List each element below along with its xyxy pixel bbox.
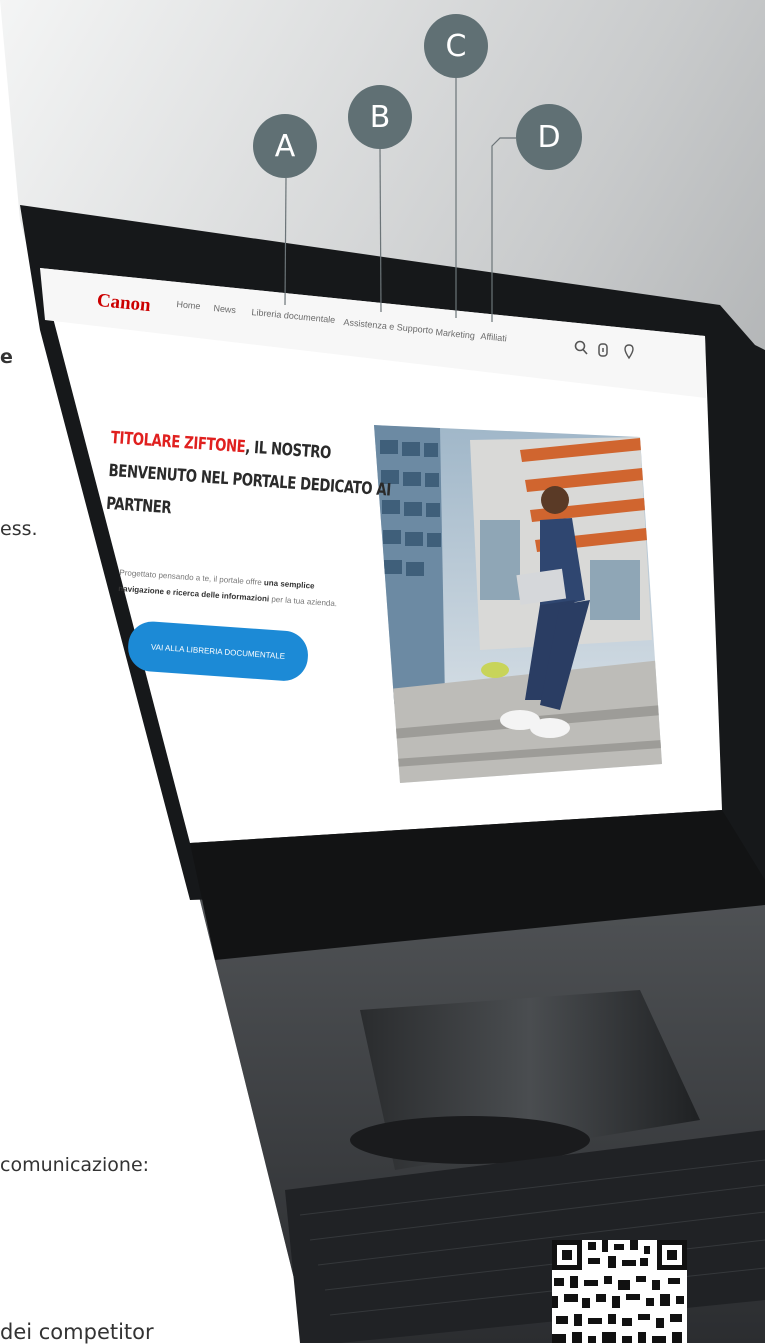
location-pin-icon[interactable] [624,344,634,360]
left-text-fragment-3: comunicazione: [0,1154,150,1176]
hero-desc-part-2: per la tua azienda. [271,594,338,609]
qr-code [532,1225,707,1343]
hero-title-accent: TITOLARE ZIFTONE [110,427,246,458]
search-icon[interactable] [574,340,588,356]
nav-home[interactable]: Home [176,299,201,311]
lock-icon[interactable] [597,342,609,358]
left-text-fragment-4: dei competitor [0,1320,154,1344]
cta-button-label: VAI ALLA LIBRERIA DOCUMENTALE [150,642,286,661]
left-text-fragment-1: e [0,346,13,368]
hero-desc-bold-1: una semplice [263,578,315,591]
nav-news[interactable]: News [213,303,236,315]
left-text-fragment-2: ess. [0,518,38,540]
hero-title-line-1: , IL NOSTRO [244,437,332,464]
background-artwork [0,0,765,1343]
callout-badge-b: B [348,85,412,149]
callout-badge-d: D [516,104,582,170]
callout-badge-c: C [424,14,488,78]
hero-title: TITOLARE ZIFTONE, IL NOSTRO BENVENUTO NE… [105,422,394,540]
callout-badge-a: A [253,114,317,178]
